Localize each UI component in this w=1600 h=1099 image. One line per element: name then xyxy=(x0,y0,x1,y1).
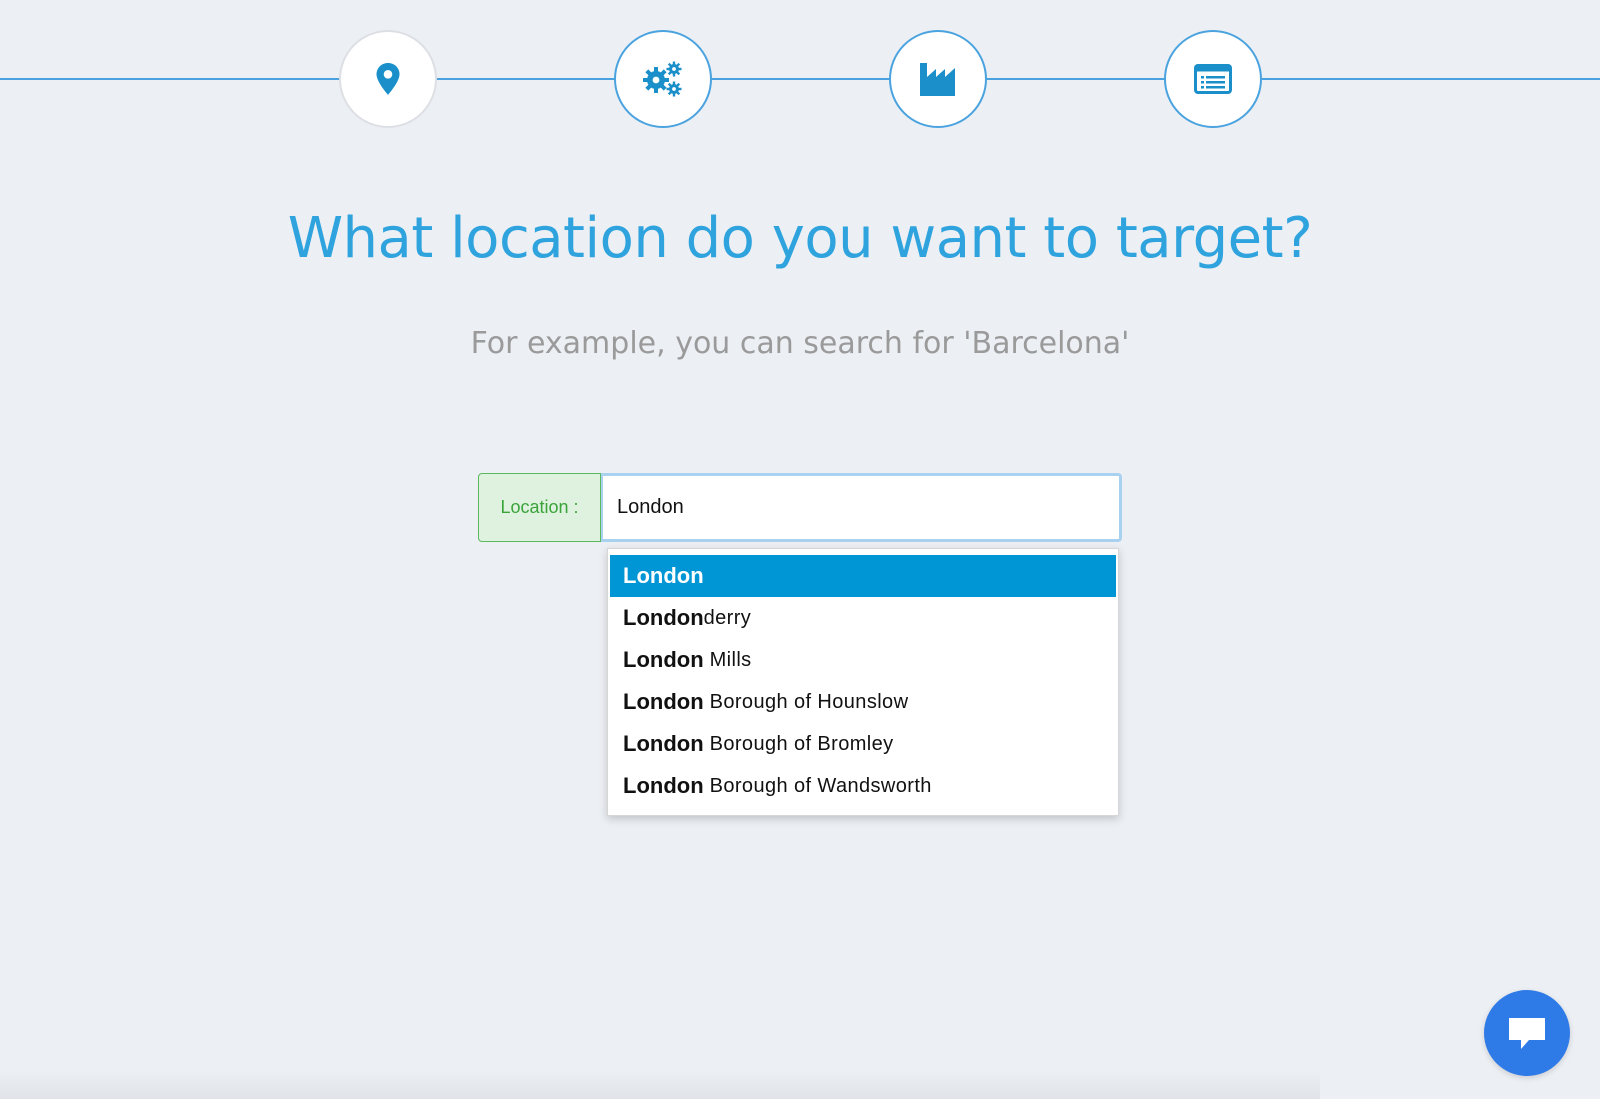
suggestion-item[interactable]: London Borough of Hounslow xyxy=(610,681,1116,723)
factory-icon xyxy=(920,63,955,96)
step-location[interactable] xyxy=(339,30,437,128)
location-input[interactable] xyxy=(601,473,1122,542)
location-search: Location : xyxy=(478,473,1122,543)
suggestion-rest: derry xyxy=(703,606,752,629)
suggestion-rest: Mills xyxy=(703,648,752,671)
location-label: Location : xyxy=(478,473,601,542)
suggestion-item[interactable]: London derry xyxy=(610,597,1116,639)
page-title: What location do you want to target? xyxy=(287,206,1313,271)
gears-icon xyxy=(643,61,682,97)
suggestion-item[interactable]: London Borough of Bromley xyxy=(610,723,1116,765)
suggestion-rest: Borough of Hounslow xyxy=(703,690,909,713)
suggestion-match: London xyxy=(623,773,704,798)
stepper-line xyxy=(0,78,1600,80)
progress-stepper xyxy=(0,0,1600,140)
suggestion-match: London xyxy=(623,563,704,588)
bottom-shadow xyxy=(0,1070,1320,1099)
suggestion-match: London xyxy=(623,605,704,630)
chat-bubble-icon xyxy=(1509,1018,1545,1049)
chat-button[interactable] xyxy=(1484,990,1570,1076)
suggestion-match: London xyxy=(623,689,704,714)
step-industry[interactable] xyxy=(889,30,987,128)
autocomplete-dropdown: London London derry London Mills London B… xyxy=(607,548,1119,816)
suggestion-match: London xyxy=(623,647,704,672)
list-window-icon xyxy=(1194,64,1232,94)
suggestion-rest: Borough of Wandsworth xyxy=(703,774,932,797)
suggestion-rest: Borough of Bromley xyxy=(703,732,894,755)
suggestion-item[interactable]: London Mills xyxy=(610,639,1116,681)
suggestion-item[interactable]: London xyxy=(610,555,1116,597)
suggestion-match: London xyxy=(623,731,704,756)
map-pin-icon xyxy=(376,63,400,95)
step-summary[interactable] xyxy=(1164,30,1262,128)
suggestion-item[interactable]: London Borough of Wandsworth xyxy=(610,765,1116,807)
page-subtitle: For example, you can search for 'Barcelo… xyxy=(470,326,1130,361)
step-settings[interactable] xyxy=(614,30,712,128)
